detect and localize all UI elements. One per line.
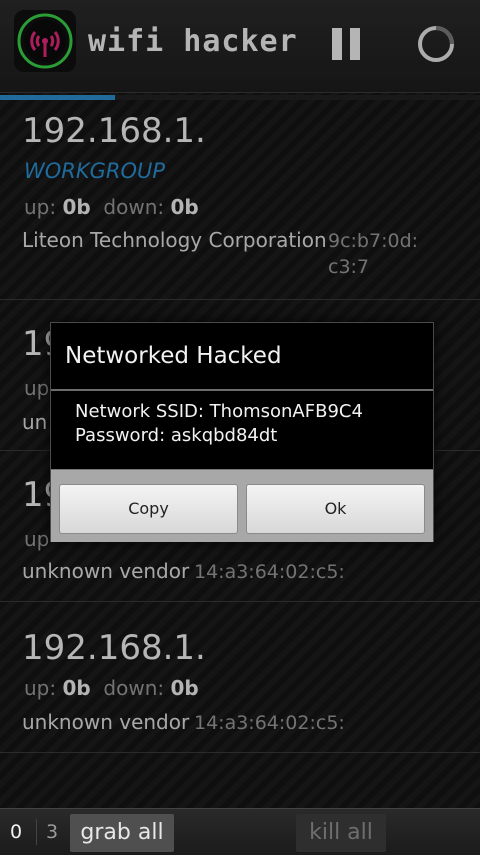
copy-button[interactable]: Copy	[59, 484, 238, 534]
network-ssid-text: Network SSID: ThomsonAFB9C4	[75, 401, 363, 422]
dialog-button-bar: Copy Ok	[51, 469, 433, 542]
count-divider	[36, 819, 37, 845]
selected-count: 0	[10, 821, 23, 843]
kill-all-button[interactable]: kill all	[296, 814, 386, 852]
dialog-title: Networked Hacked	[65, 343, 282, 369]
network-hacked-dialog: Networked Hacked Network SSID: ThomsonAF…	[50, 322, 434, 542]
ok-button[interactable]: Ok	[246, 484, 425, 534]
total-count: 3	[46, 821, 59, 843]
dialog-divider	[51, 389, 433, 391]
bottom-bar: 0 3 grab all kill all	[0, 808, 480, 855]
password-text: Password: askqbd84dt	[75, 425, 278, 446]
grab-all-button[interactable]: grab all	[70, 814, 174, 852]
